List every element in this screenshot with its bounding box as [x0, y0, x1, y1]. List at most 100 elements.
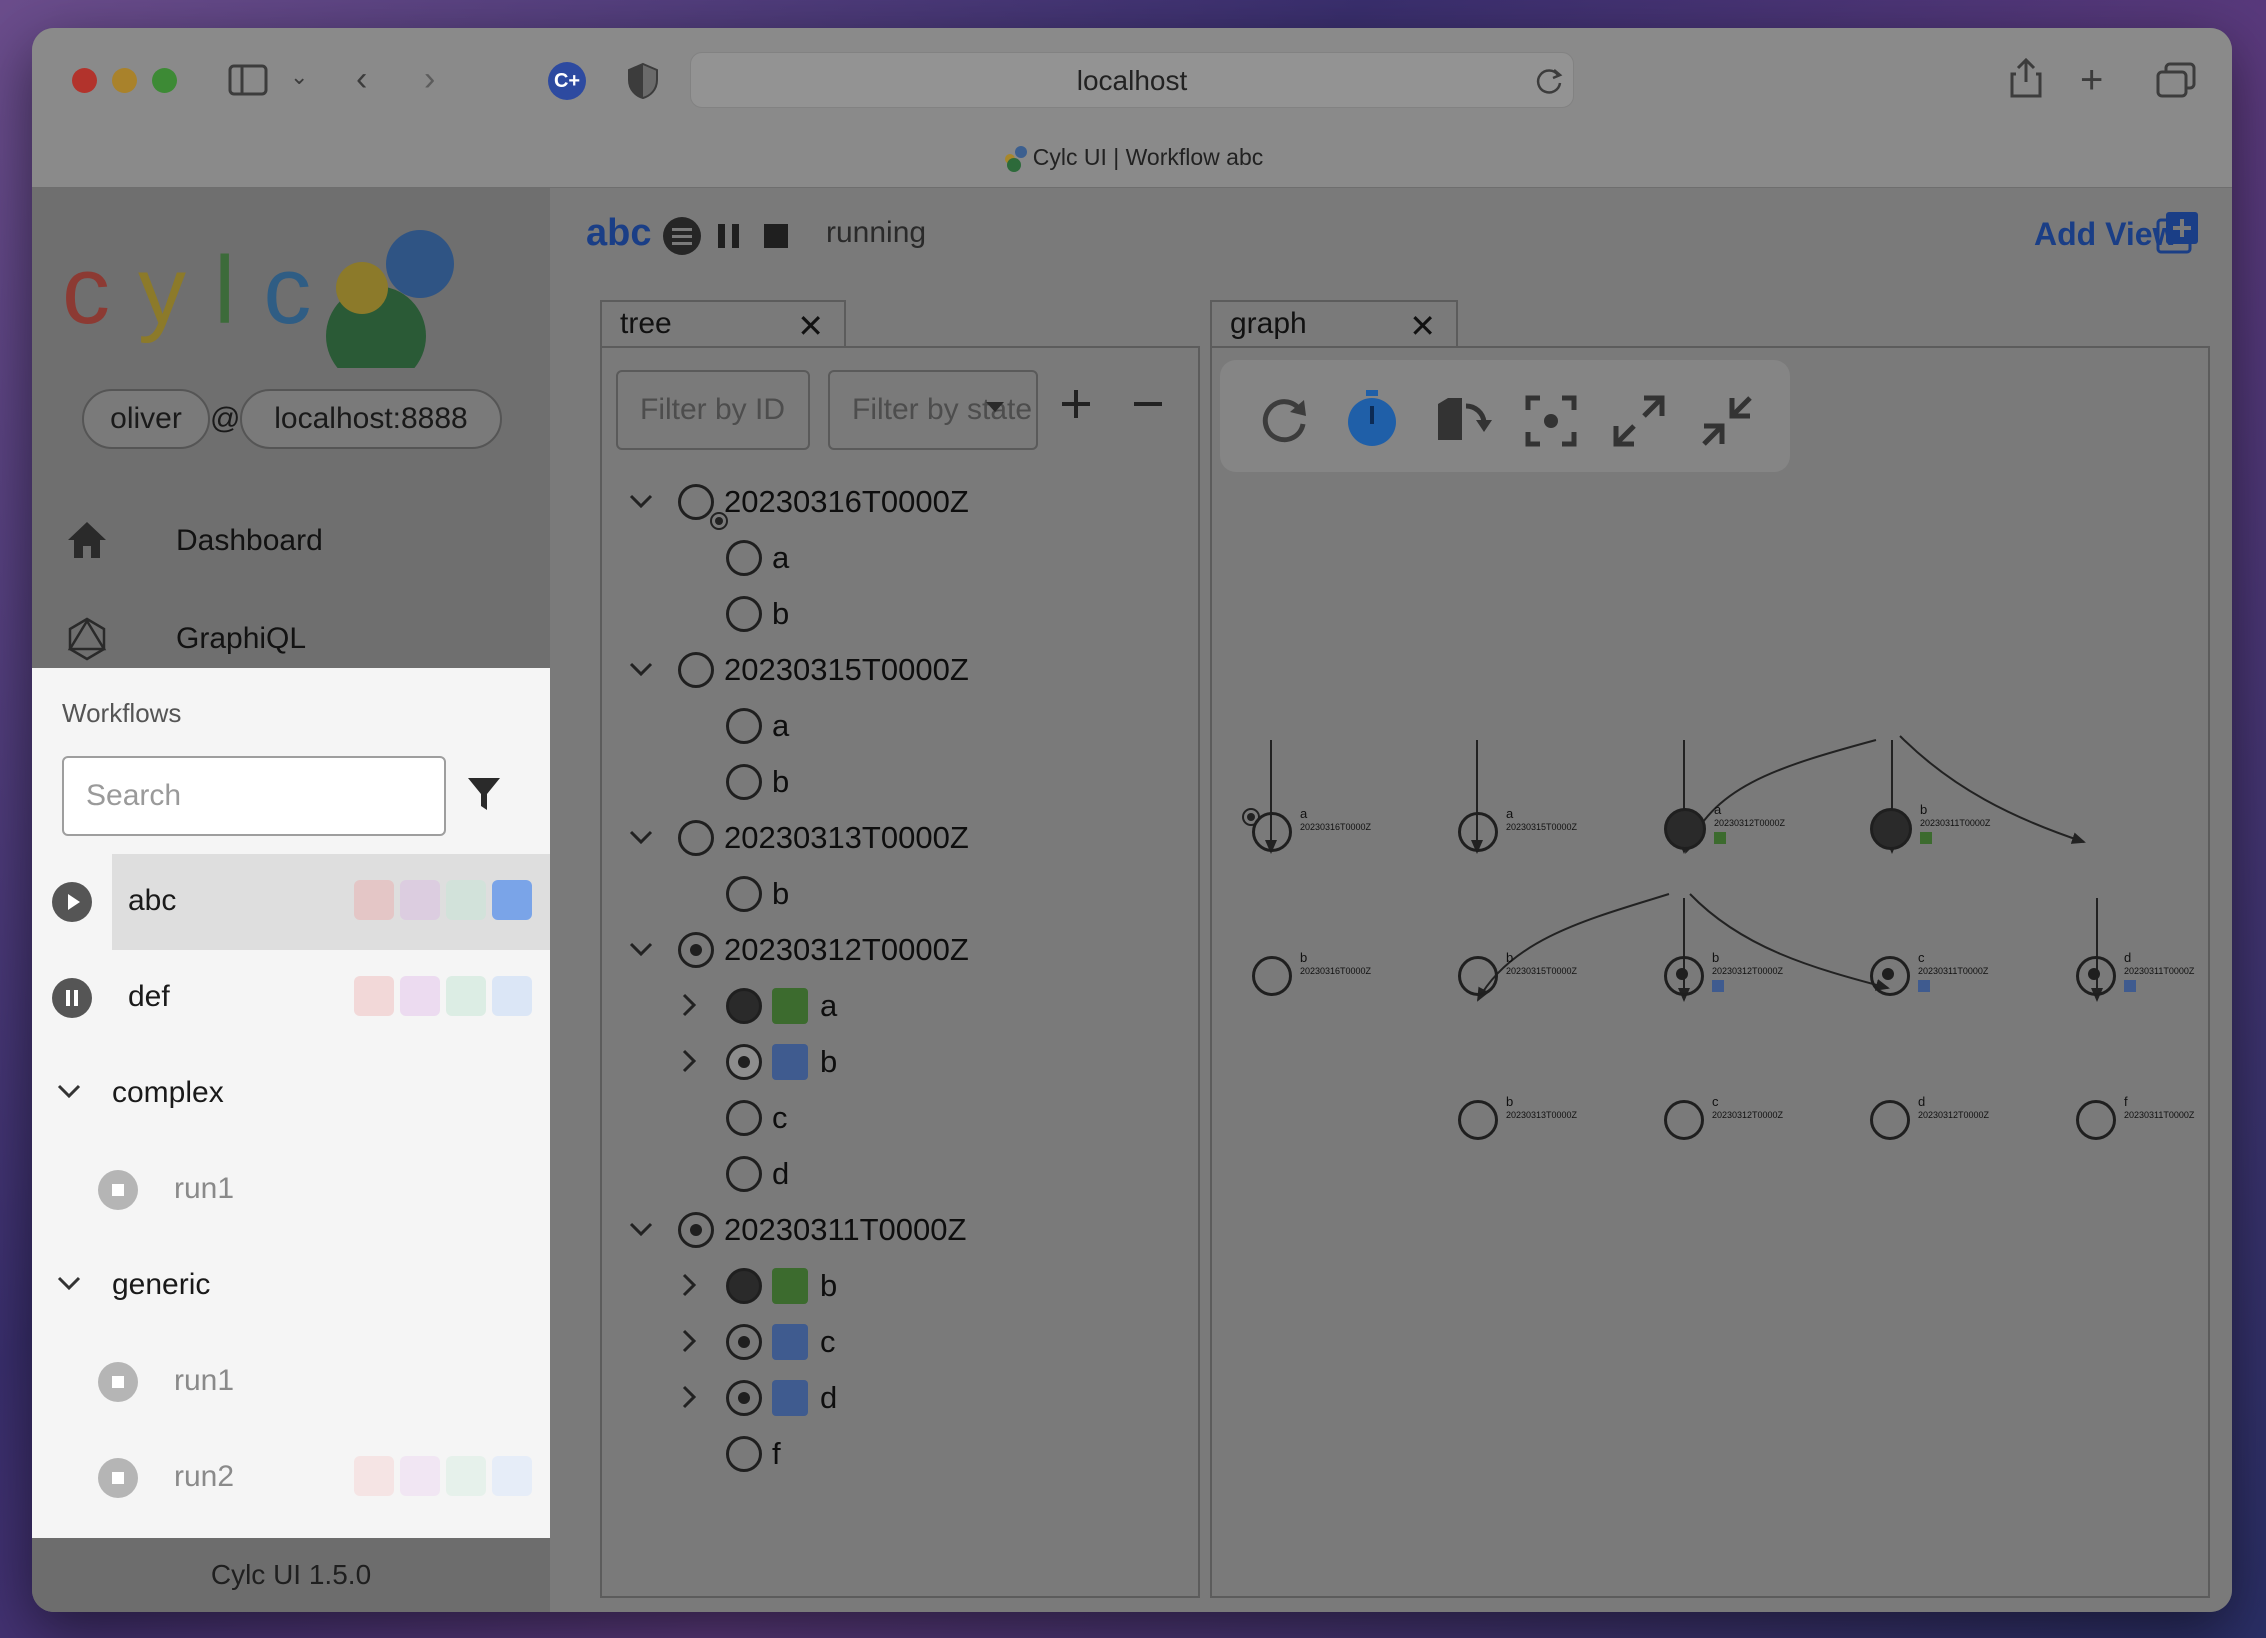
running-state-icon [1870, 956, 1910, 996]
forward-icon[interactable]: › [424, 62, 435, 96]
graph-node[interactable]: b 20230313T0000Z [1458, 1090, 1608, 1150]
maximize-window-button[interactable] [152, 68, 177, 93]
tree-task-row[interactable]: c [602, 1090, 1202, 1146]
minimize-window-button[interactable] [112, 68, 137, 93]
running-count-badge [492, 976, 532, 1016]
tree-task-row[interactable]: b [602, 1034, 1202, 1090]
chevron-down-icon[interactable]: ⌄ [290, 66, 308, 88]
task-label: f [772, 1436, 781, 1471]
chevron-right-icon[interactable] [674, 990, 704, 1027]
workflow-search-input[interactable]: Search [62, 756, 446, 836]
tree-task-row[interactable]: b [602, 754, 1202, 810]
group-name: generic [112, 1268, 211, 1301]
chevron-down-icon[interactable] [626, 822, 656, 859]
collapse-all-icon[interactable] [1130, 386, 1166, 427]
extension-icon[interactable]: C+ [548, 62, 586, 100]
task-label: b [772, 764, 790, 799]
graph-node[interactable]: a 20230315T0000Z [1458, 802, 1608, 862]
tab-graph[interactable]: graph ✕ [1210, 300, 1458, 348]
close-window-button[interactable] [72, 68, 97, 93]
graph-node[interactable]: b 20230316T0000Z [1252, 946, 1402, 1006]
tree-task-row[interactable]: c [602, 1314, 1202, 1370]
filter-id-input[interactable]: Filter by ID [616, 370, 810, 450]
workflow-group-generic[interactable]: generic [32, 1238, 550, 1334]
tree-cycle-row[interactable]: 20230316T0000Z [602, 474, 1202, 530]
tree-task-row[interactable]: b [602, 866, 1202, 922]
stopped-state-icon [98, 1170, 138, 1210]
graph-node[interactable]: c 20230312T0000Z [1664, 1090, 1814, 1150]
nav-item-dashboard[interactable]: Dashboard [32, 494, 550, 590]
tree-task-row[interactable]: a [602, 698, 1202, 754]
share-icon[interactable] [2008, 57, 2044, 103]
workflows-heading: Workflows [62, 698, 182, 728]
job-running-icon [772, 1380, 808, 1416]
task-label: a [820, 988, 838, 1023]
tree-task-row[interactable]: a [602, 530, 1202, 586]
sidebar-toggle-icon[interactable] [228, 64, 268, 102]
menu-icon[interactable] [662, 216, 702, 261]
tree-task-row[interactable]: b [602, 1258, 1202, 1314]
close-tab-graph-icon[interactable]: ✕ [1409, 304, 1436, 348]
chevron-down-icon[interactable] [626, 1214, 656, 1251]
chevron-down-icon[interactable] [626, 654, 656, 691]
tree-cycle-row[interactable]: 20230313T0000Z [602, 810, 1202, 866]
chevron-right-icon[interactable] [674, 1326, 704, 1363]
task-label: a [772, 540, 790, 575]
waiting-state-icon [1458, 812, 1498, 852]
new-tab-icon[interactable]: + [2080, 60, 2103, 100]
job-succeeded-icon [772, 1268, 808, 1304]
user-chip[interactable]: oliver [82, 389, 210, 449]
waiting-state-icon [1870, 1100, 1910, 1140]
node-cycle: 20230313T0000Z [1506, 1110, 1578, 1120]
workflow-row-generic-run1[interactable]: run1 [32, 1334, 550, 1430]
graph-node[interactable]: b 20230312T0000Z [1664, 946, 1814, 1006]
tree-task-row[interactable]: a [602, 978, 1202, 1034]
shield-icon[interactable] [626, 62, 660, 105]
pause-icon[interactable] [714, 220, 744, 257]
succeeded-state-icon [1664, 808, 1706, 850]
close-tab-tree-icon[interactable]: ✕ [797, 304, 824, 348]
filter-icon[interactable] [464, 774, 504, 819]
tree-task-row[interactable]: f [602, 1426, 1202, 1482]
workflow-row-generic-run2[interactable]: run2 [32, 1430, 550, 1526]
tab-tree[interactable]: tree ✕ [600, 300, 846, 348]
host-chip[interactable]: localhost:8888 [240, 389, 502, 449]
paused-state-icon [52, 978, 92, 1018]
tree-cycle-row[interactable]: 20230311T0000Z [602, 1202, 1202, 1258]
add-view-icon[interactable] [2156, 210, 2200, 259]
task-label: b [772, 876, 790, 911]
graph-node[interactable]: d 20230311T0000Z [2076, 946, 2206, 1006]
tree-cycle-row[interactable]: 20230312T0000Z [602, 922, 1202, 978]
graph-node[interactable]: b 20230315T0000Z [1458, 946, 1608, 1006]
graph-node[interactable]: a 20230312T0000Z [1664, 798, 1814, 858]
chevron-right-icon[interactable] [674, 1270, 704, 1307]
workflow-row-abc[interactable]: abc [32, 854, 550, 950]
tree-cycle-row[interactable]: 20230315T0000Z [602, 642, 1202, 698]
workflow-group-complex[interactable]: complex [32, 1046, 550, 1142]
chevron-down-icon[interactable] [626, 486, 656, 523]
tree-task-row[interactable]: d [602, 1146, 1202, 1202]
address-bar[interactable]: localhost [690, 52, 1574, 108]
back-icon[interactable]: ‹ [356, 62, 367, 96]
chevron-right-icon[interactable] [674, 1382, 704, 1419]
browser-tab-title[interactable]: Cylc UI | Workflow abc [32, 144, 2232, 172]
reload-icon[interactable] [1534, 66, 1564, 101]
graph-node[interactable]: b 20230311T0000Z [1870, 798, 2020, 858]
workflow-row-complex-run1[interactable]: run1 [32, 1142, 550, 1238]
chevron-right-icon[interactable] [674, 1046, 704, 1083]
graph-node[interactable]: d 20230312T0000Z [1870, 1090, 2020, 1150]
graph-node[interactable]: f 20230311T0000Z [2076, 1090, 2206, 1150]
succeeded-state-icon [726, 988, 762, 1024]
expand-all-icon[interactable] [1058, 386, 1094, 427]
tree-task-row[interactable]: b [602, 586, 1202, 642]
graph-node[interactable]: a 20230316T0000Z [1252, 802, 1402, 862]
filter-state-select[interactable]: Filter by state [828, 370, 1038, 450]
chevron-down-icon[interactable] [626, 934, 656, 971]
tree-task-row[interactable]: d [602, 1370, 1202, 1426]
graph-node[interactable]: c 20230311T0000Z [1870, 946, 2020, 1006]
node-task: d [1918, 1094, 1926, 1109]
tab-overview-icon[interactable] [2156, 62, 2196, 103]
stop-icon[interactable] [762, 222, 790, 255]
workflow-name: abc [128, 884, 177, 917]
workflow-row-def[interactable]: def [32, 950, 550, 1046]
